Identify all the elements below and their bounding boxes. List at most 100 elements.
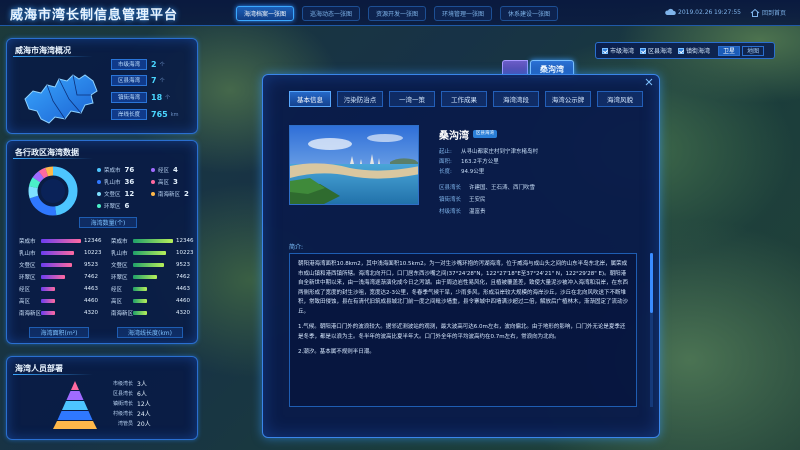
bay-level-badge: 区县海湾 bbox=[473, 130, 497, 138]
bar-label: 高区 bbox=[111, 298, 123, 305]
bar-fill bbox=[133, 298, 148, 303]
bar-row: 环翠区 7462 bbox=[111, 273, 190, 281]
nav-tab-system[interactable]: 休系建设一张图 bbox=[500, 6, 558, 21]
staff-count: 6人 bbox=[137, 391, 147, 398]
staff-role: 村级湾长 bbox=[112, 411, 133, 417]
nav-tab-environment[interactable]: 环境管理一张图 bbox=[434, 6, 492, 21]
bar-label: 经区 bbox=[111, 286, 123, 293]
bar-row: 经区 4463 bbox=[111, 285, 190, 293]
checkbox-label: 镇街海湾 bbox=[686, 48, 711, 55]
intro-scrollbar[interactable] bbox=[650, 253, 653, 407]
staff-row: 村级湾长 24人 bbox=[101, 409, 151, 418]
intro-paragraph: 朝阳港海湾面积10.8km2，其中浅海面积10.5km2。为一对生沙嘴环抱的泻湖… bbox=[298, 261, 629, 315]
checkbox-icon bbox=[602, 47, 608, 54]
bar-label: 南海新区 bbox=[111, 310, 134, 317]
intro-text-box[interactable]: 朝阳港海湾面积10.8km2，其中浅海面积10.5km2。为一对生沙嘴环抱的泻湖… bbox=[289, 253, 637, 407]
info-key: 起止: bbox=[439, 149, 452, 155]
shoreline-caption: 海湾线长度(km) bbox=[117, 327, 183, 338]
tab-public-signs[interactable]: 海湾公示牌 bbox=[545, 91, 591, 107]
weihai-map-icon bbox=[24, 74, 98, 124]
app-title: 威海市湾长制信息管理平台 bbox=[10, 8, 179, 23]
bar-row: 荣成市 12346 bbox=[19, 237, 102, 245]
officer-key: 区县湾长 bbox=[439, 185, 462, 191]
bar-fill bbox=[41, 238, 81, 243]
checkbox-icon bbox=[640, 47, 647, 54]
bar-label: 荣成市 bbox=[19, 238, 36, 245]
district-title: 各行政区海湾数据 bbox=[15, 148, 79, 157]
legend-value: 36 bbox=[124, 177, 135, 186]
pyramid-level-village bbox=[57, 411, 93, 420]
bar-track bbox=[133, 298, 173, 303]
nav-tab-resource[interactable]: 资源开发一张图 bbox=[368, 6, 426, 21]
overview-unit: 个 bbox=[159, 62, 165, 68]
map-view-button[interactable]: 地图 bbox=[742, 45, 765, 56]
legend-item: 环翠区 6 bbox=[97, 201, 129, 210]
bar-label: 乳山市 bbox=[19, 250, 36, 257]
bar-track bbox=[41, 262, 81, 267]
scrollbar-thumb[interactable] bbox=[650, 253, 653, 313]
bar-fill bbox=[41, 250, 75, 255]
pyramid-level-town bbox=[62, 401, 88, 410]
checkbox-city-bay[interactable]: 市级海湾 bbox=[602, 46, 634, 55]
info-row-length: 长度: 94.9公里 bbox=[439, 167, 484, 175]
bar-track bbox=[133, 310, 173, 315]
home-label: 回到首页 bbox=[762, 10, 787, 17]
bar-value: 12346 bbox=[176, 237, 194, 244]
home-button[interactable]: 回到首页 bbox=[750, 6, 786, 19]
overview-unit: 个 bbox=[165, 95, 171, 101]
tab-one-bay-one-policy[interactable]: 一湾一策 bbox=[389, 91, 435, 107]
donut-center bbox=[41, 179, 65, 203]
bar-row: 南海新区 4320 bbox=[111, 309, 190, 317]
checkbox-county-bay[interactable]: 区县海湾 bbox=[640, 46, 672, 55]
bar-label: 乳山市 bbox=[111, 250, 128, 257]
legend-dot bbox=[97, 203, 101, 208]
close-icon[interactable] bbox=[645, 78, 653, 86]
bar-value: 4463 bbox=[176, 285, 190, 292]
tab-bay-sections[interactable]: 海湾湾段 bbox=[493, 91, 539, 107]
nav-tab-patrol[interactable]: 巡海动态一张图 bbox=[302, 6, 360, 21]
intro-paragraph: 2.潮汐。基本属不规则半日潮。 bbox=[298, 349, 375, 355]
bar-row: 南海新区 4320 bbox=[19, 309, 98, 317]
bar-fill bbox=[41, 262, 72, 267]
staff-pyramid-chart bbox=[53, 381, 97, 429]
officer-value: 温富贵 bbox=[469, 209, 486, 215]
bar-label: 文登区 bbox=[19, 262, 36, 269]
title-underline bbox=[13, 374, 93, 375]
staff-count: 3人 bbox=[137, 381, 147, 388]
checkbox-label: 区县海湾 bbox=[648, 48, 673, 55]
staff-count: 24人 bbox=[137, 411, 151, 418]
legend-dot bbox=[97, 179, 101, 184]
info-value: 94.9公里 bbox=[461, 169, 485, 175]
staff-title: 海湾人员部署 bbox=[15, 364, 63, 373]
legend-name: 高区 bbox=[158, 179, 170, 186]
bay-photo bbox=[289, 125, 419, 205]
tab-bay-scenery[interactable]: 海湾风貌 bbox=[597, 91, 643, 107]
top-bar: 威海市湾长制信息管理平台 海湾档案一张图 巡海动态一张图 资源开发一张图 环境管… bbox=[0, 0, 800, 26]
tab-pollution-points[interactable]: 污染防治点 bbox=[337, 91, 383, 107]
nav-tab-bay-archive[interactable]: 海湾档案一张图 bbox=[236, 6, 294, 21]
info-row-range: 起止: 从寻山都家庄村到宁津东楮岛村 bbox=[439, 147, 538, 155]
bar-label: 高区 bbox=[19, 298, 31, 305]
officer-value: 许建国、王石涛、西门吹雪 bbox=[469, 185, 536, 191]
tab-achievements[interactable]: 工作成果 bbox=[441, 91, 487, 107]
bar-row: 环翠区 7462 bbox=[19, 273, 98, 281]
overview-row-city: 市级海湾 2 个 bbox=[111, 59, 195, 70]
bar-fill bbox=[41, 286, 56, 291]
bar-fill bbox=[41, 310, 55, 315]
pyramid-level-manager bbox=[53, 421, 97, 429]
bar-label: 南海新区 bbox=[19, 310, 42, 317]
legend-item: 南海新区 2 bbox=[151, 189, 189, 198]
legend-name: 经区 bbox=[158, 167, 170, 174]
checkbox-town-bay[interactable]: 镇街海湾 bbox=[678, 46, 710, 55]
officer-value: 王安民 bbox=[469, 197, 486, 203]
tab-basic-info[interactable]: 基本信息 bbox=[289, 91, 331, 107]
staff-count: 12人 bbox=[137, 401, 151, 408]
satellite-view-button[interactable]: 卫星 bbox=[718, 45, 741, 56]
legend-item: 文登区 12 bbox=[97, 189, 134, 198]
intro-text: 朝阳港海湾面积10.8km2，其中浅海面积10.5km2。为一对生沙嘴环抱的泻湖… bbox=[298, 260, 628, 358]
overview-value: 765 bbox=[151, 110, 168, 119]
info-row-area: 面积: 163.2平方公里 bbox=[439, 157, 499, 165]
bay-name: 桑沟湾 bbox=[439, 131, 469, 142]
legend-dot bbox=[151, 167, 155, 172]
overview-panel: 威海市海湾概况 市级海湾 2 个 区县海湾 7 个 镇街海湾 18 个 岸线长度… bbox=[6, 38, 198, 134]
